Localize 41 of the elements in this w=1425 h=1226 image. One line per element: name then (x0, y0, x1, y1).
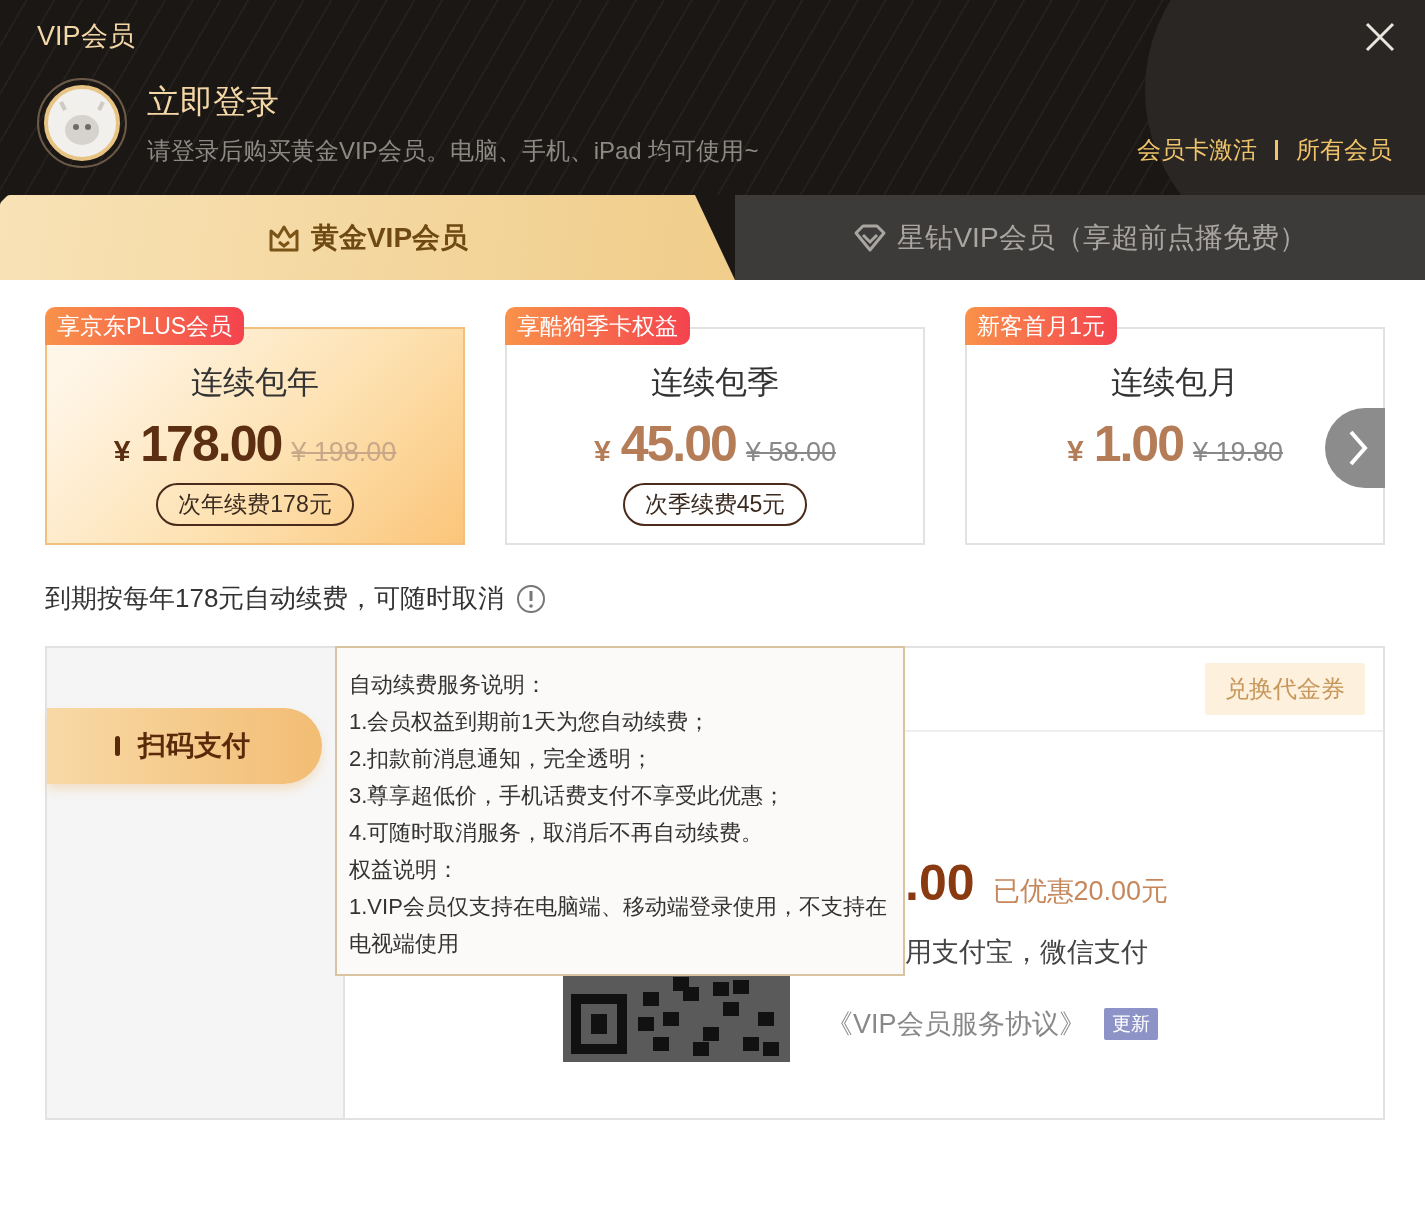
next-arrow-button[interactable] (1325, 408, 1385, 488)
tooltip-text: 4.可随时取消服务，取消后不再自动续费。 (349, 819, 765, 847)
plan-name: 连续包年 (191, 363, 319, 402)
renewal-tag: 次季续费45元 (622, 483, 808, 526)
plan-price: 1.00 (1093, 415, 1183, 473)
login-title[interactable]: 立即登录 (147, 79, 759, 125)
discount-text: 已优惠20.00元 (992, 875, 1169, 908)
membership-tab[interactable]: 星钻VIP会员（享超前点播免费） (735, 195, 1425, 280)
pay-amount: .00 (905, 854, 975, 912)
plan-price: 45.00 (620, 415, 736, 473)
tooltip-text: 2.扣款前消息通知，完全透明； (349, 745, 655, 773)
login-subtitle: 请登录后购买黄金VIP会员。电脑、手机、iPad 均可使用~ (147, 135, 759, 166)
currency-symbol: ¥ (113, 434, 131, 468)
payment-method-tab[interactable]: 扫码支付 (47, 708, 322, 784)
tooltip-text: 自动续费服务说明： (349, 671, 548, 699)
plan-price: 178.00 (140, 415, 282, 473)
promo-badge: 享酷狗季卡权益 (505, 307, 690, 345)
avatar-icon (37, 78, 127, 168)
promo-badge: 新客首月1元 (965, 307, 1117, 345)
tooltip-text: 3.尊享超低价，手机话费支付不享受此优惠； (349, 782, 787, 810)
tooltip-text: 1.会员权益到期前1天为您自动续费； (349, 708, 711, 736)
renewal-tag: 次年续费178元 (156, 483, 354, 526)
currency-symbol: ¥ (594, 434, 611, 468)
update-badge: 更新 (1103, 1008, 1158, 1040)
renewal-note: 到期按每年178元自动续费，可随时取消 (45, 582, 505, 615)
original-price: ¥ 19.80 (1192, 437, 1284, 468)
membership-tab[interactable]: 黄金VIP会员 (0, 195, 735, 280)
payment-hint: 用支付宝，微信支付 (905, 936, 1148, 969)
header-link[interactable]: 所有会员 (1296, 134, 1392, 166)
info-icon[interactable] (516, 583, 547, 614)
header-link[interactable]: 会员卡激活 (1137, 134, 1257, 166)
window-title: VIP会员 (37, 20, 135, 53)
plan-name: 连续包季 (651, 363, 779, 402)
agreement-link[interactable]: 《VIP会员服务协议》 (826, 1006, 1086, 1042)
promo-badge: 享京东PLUS会员 (45, 307, 245, 345)
tooltip-text: 权益说明： (349, 856, 460, 884)
plan-name: 连续包月 (1111, 363, 1239, 402)
original-price: ¥ 58.00 (745, 437, 836, 468)
currency-symbol: ¥ (1066, 434, 1084, 468)
close-icon[interactable] (1365, 22, 1395, 52)
tooltip-text: 1.VIP会员仅支持在电脑端、移动端登录使用，不支持在电视端使用 (349, 893, 888, 958)
